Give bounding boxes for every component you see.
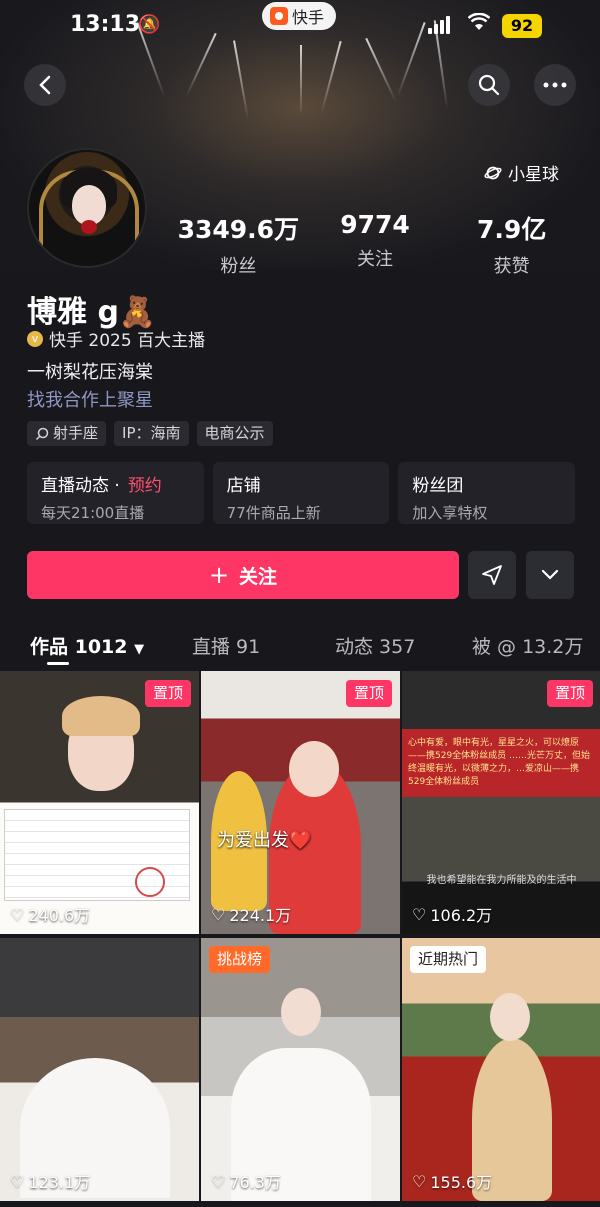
more-dots-icon xyxy=(543,82,567,88)
likes-count: ♡ 76.3万 xyxy=(211,1171,281,1193)
active-tab-indicator xyxy=(47,662,69,665)
profile-stats: 3349.6万 粉丝 9774 关注 7.9亿 获赞 xyxy=(170,210,580,278)
status-bar: 13:13 🔕 快手 92 xyxy=(0,0,600,54)
likes-count: ♡ 106.2万 xyxy=(412,904,493,926)
heart-icon: ♡ xyxy=(10,904,25,924)
profile-name: 博雅 g🧸 xyxy=(27,287,156,331)
teddy-bear-icon: 🧸 xyxy=(118,295,157,330)
search-small-icon xyxy=(35,427,49,440)
video-grid: 置顶 ♡ 240.6万 为爱出发❤️ 置顶 ♡ 224.1万 心中有爱，眼中有光，星… xyxy=(0,671,600,1201)
likes-count: ♡ 240.6万 xyxy=(10,904,91,926)
card-subtitle: 每天21:00直播 xyxy=(41,504,145,522)
chevron-down-icon xyxy=(541,569,559,580)
caret-down-icon: ▼ xyxy=(134,642,145,657)
reserve-link[interactable]: 预约 xyxy=(128,476,162,496)
app-pill-label: 快手 xyxy=(292,8,325,27)
heart-icon: ♡ xyxy=(10,1171,25,1191)
stat-label: 粉丝 xyxy=(220,256,257,277)
more-options-button[interactable] xyxy=(534,64,576,106)
video-overlay-text: 为爱出发❤️ xyxy=(217,830,312,851)
profile-name-text: 博雅 g xyxy=(27,295,119,330)
trending-badge: 近期热门 xyxy=(410,946,487,973)
card-title: 粉丝团 xyxy=(412,476,464,496)
search-button[interactable] xyxy=(468,64,510,106)
pinned-badge: 置顶 xyxy=(546,680,593,707)
heart-icon: ♡ xyxy=(211,1171,226,1191)
info-cards: 直播动态 · 预约 每天21:00直播 店铺 77件商品上新 粉丝团 加入享特权 xyxy=(27,462,576,524)
live-schedule-card[interactable]: 直播动态 · 预约 每天21:00直播 xyxy=(27,462,204,524)
wifi-icon xyxy=(467,12,491,36)
content-tabs: 作品 1012 ▼ 直播 91 动态 357 被 @ 13.2万 xyxy=(0,628,600,668)
video-thumb[interactable]: 近期热门 ♡ 155.6万 xyxy=(402,938,600,1201)
video-banner-text: 心中有爱，眼中有光，星星之火，可以燎原——携529全体粉丝成员 ……光芒万丈，但… xyxy=(402,731,600,795)
profile-avatar[interactable] xyxy=(27,148,147,268)
planet-icon xyxy=(484,166,502,179)
tag-ecommerce-notice[interactable]: 电商公示 xyxy=(196,421,273,446)
verified-badge-icon: v xyxy=(27,330,43,347)
heart-icon: ♡ xyxy=(412,904,427,924)
business-cooperation-link[interactable]: 找我合作上聚星 xyxy=(27,386,153,412)
chevron-left-icon xyxy=(39,75,51,95)
card-subtitle: 加入享特权 xyxy=(412,504,488,522)
mute-bell-icon: 🔕 xyxy=(138,14,161,35)
card-title: 店铺 xyxy=(226,476,261,496)
likes-count: ♡ 224.1万 xyxy=(211,904,292,926)
tab-live[interactable]: 直播 91 xyxy=(192,632,260,659)
battery-indicator: 92 xyxy=(502,14,542,38)
video-thumb[interactable]: ♡ 123.1万 xyxy=(0,938,199,1201)
tab-mentioned[interactable]: 被 @ 13.2万 xyxy=(472,632,583,659)
tag-label: 电商公示 xyxy=(204,424,265,442)
signal-icon xyxy=(428,16,450,34)
send-icon xyxy=(482,565,502,585)
stat-label: 关注 xyxy=(357,249,393,270)
verified-text: 快手 2025 百大主播 xyxy=(49,331,206,351)
stat-following[interactable]: 9774 关注 xyxy=(307,210,444,278)
tab-label: 作品 1012 xyxy=(30,636,128,658)
follow-button[interactable]: + 关注 xyxy=(27,551,459,599)
stat-label: 获赞 xyxy=(493,256,530,277)
heart-icon: ♡ xyxy=(412,1171,427,1191)
challenge-list-badge: 挑战榜 xyxy=(209,946,271,973)
likes-count: ♡ 155.6万 xyxy=(412,1171,493,1193)
fan-club-card[interactable]: 粉丝团 加入享特权 xyxy=(398,462,576,524)
planet-label: 小星球 xyxy=(508,165,559,185)
stat-followers[interactable]: 3349.6万 粉丝 xyxy=(170,210,307,278)
kuaishou-logo-icon xyxy=(270,7,288,25)
tab-works[interactable]: 作品 1012 ▼ xyxy=(30,632,144,659)
video-thumb[interactable]: 心中有爱，眼中有光，星星之火，可以燎原——携529全体粉丝成员 ……光芒万丈，但… xyxy=(402,671,600,934)
video-thumb[interactable]: 置顶 ♡ 240.6万 xyxy=(0,671,199,934)
video-thumb[interactable]: 为爱出发❤️ 置顶 ♡ 224.1万 xyxy=(201,671,400,934)
stat-value: 9774 xyxy=(340,210,410,239)
little-planet-link[interactable]: 小星球 xyxy=(484,160,559,185)
expand-recommendations-button[interactable] xyxy=(526,551,574,599)
video-caption: 我也希望能在我力所能及的生活中 xyxy=(426,875,577,886)
pinned-badge: 置顶 xyxy=(144,680,191,707)
back-button[interactable] xyxy=(24,64,66,106)
stat-likes[interactable]: 7.9亿 获赞 xyxy=(443,210,580,278)
likes-count: ♡ 123.1万 xyxy=(10,1171,91,1193)
shop-card[interactable]: 店铺 77件商品上新 xyxy=(212,462,390,524)
stat-value: 7.9亿 xyxy=(477,215,547,244)
follow-label: 关注 xyxy=(239,565,278,588)
share-button[interactable] xyxy=(468,551,516,599)
verified-line[interactable]: v 快手 2025 百大主播 xyxy=(27,326,205,351)
tag-label: 射手座 xyxy=(53,424,99,442)
search-icon xyxy=(478,74,500,96)
tag-label: IP：海南 xyxy=(122,424,181,442)
stat-value: 3349.6万 xyxy=(177,215,300,244)
kuaishou-app-pill[interactable]: 快手 xyxy=(262,2,337,30)
plus-icon: + xyxy=(208,561,230,589)
profile-bio: 一树梨花压海棠 xyxy=(27,362,153,383)
heart-icon: ♡ xyxy=(211,904,226,924)
tag-ip-location: IP：海南 xyxy=(114,421,189,446)
tag-zodiac[interactable]: 射手座 xyxy=(27,421,107,446)
pinned-badge: 置顶 xyxy=(345,680,392,707)
status-time: 13:13 xyxy=(70,12,141,37)
video-thumb[interactable]: 挑战榜 ♡ 76.3万 xyxy=(201,938,400,1201)
card-subtitle: 77件商品上新 xyxy=(226,504,321,522)
card-title: 直播动态 · xyxy=(41,476,120,496)
tab-moments[interactable]: 动态 357 xyxy=(335,632,415,659)
profile-tags: 射手座 IP：海南 电商公示 xyxy=(27,421,273,446)
